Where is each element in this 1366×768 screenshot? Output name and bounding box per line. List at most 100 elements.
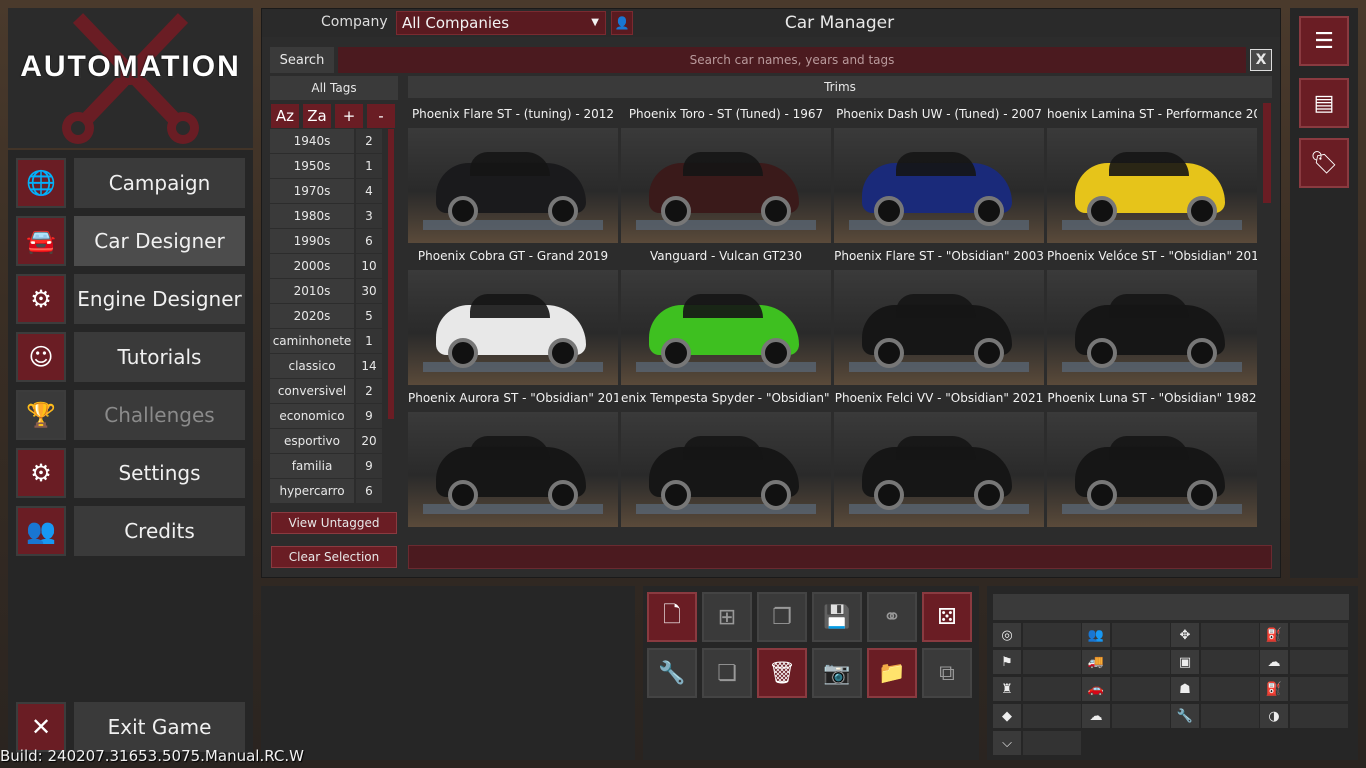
trim-card[interactable]: Vanguard - Vulcan GT230: [621, 243, 831, 385]
clear-search-button[interactable]: X: [1250, 49, 1272, 71]
expand-tags-button[interactable]: +: [335, 104, 363, 128]
tag-row[interactable]: 1940s 2: [270, 129, 386, 153]
wrench-gear-icon: 🔧: [658, 660, 686, 686]
tool-box-icon: ▣: [1171, 650, 1199, 674]
tag-row[interactable]: 2010s 30: [270, 279, 386, 303]
tag-row[interactable]: 1950s 1: [270, 154, 386, 178]
tag-row[interactable]: 2000s 10: [270, 254, 386, 278]
tag-button[interactable]: 🏷: [1299, 138, 1349, 188]
copy-book-icon: ❐: [772, 604, 792, 630]
tag-row[interactable]: classico 14: [270, 354, 386, 378]
new-file-button[interactable]: 🗋: [647, 592, 697, 642]
menu-item-engine-designer[interactable]: ⚙ Engine Designer: [16, 274, 245, 324]
search-input[interactable]: [338, 47, 1246, 73]
copy-book-button[interactable]: ❐: [757, 592, 807, 642]
car-stat-value: [1201, 650, 1259, 674]
menu-item-label: Tutorials: [74, 332, 245, 382]
clear-selection-button[interactable]: Clear Selection: [271, 546, 397, 568]
view-untagged-button[interactable]: View Untagged: [271, 512, 397, 534]
trim-title: Phoenix Cobra GT - Grand 2019: [408, 243, 618, 269]
people-icon: 👥: [16, 506, 66, 556]
trim-card[interactable]: enix Tempesta Spyder - "Obsidian" 20: [621, 385, 831, 527]
save-button[interactable]: 💾: [812, 592, 862, 642]
wheel: [761, 196, 791, 226]
trim-title: hoenix Lamina ST - Performance 2010: [1047, 101, 1257, 127]
trash-button[interactable]: 🗑: [757, 648, 807, 698]
share-button[interactable]: ⚭: [867, 592, 917, 642]
car-stat-value: [1201, 677, 1259, 701]
tag-row[interactable]: caminhonete 1: [270, 329, 386, 353]
car-window: [896, 152, 976, 176]
wheel: [1187, 338, 1217, 368]
wheel: [548, 196, 578, 226]
tag-row[interactable]: 1990s 6: [270, 229, 386, 253]
sort-za-button[interactable]: Za: [303, 104, 331, 128]
menu-item-label: Engine Designer: [74, 274, 245, 324]
menu-item-settings[interactable]: ⚙ Settings: [16, 448, 245, 498]
trim-card[interactable]: Phoenix Toro - ST (Tuned) - 1967: [621, 101, 831, 243]
trim-card[interactable]: Phoenix Flare ST - (tuning) - 2012: [408, 101, 618, 243]
camera-button[interactable]: 📷: [812, 648, 862, 698]
tag-row[interactable]: conversivel 2: [270, 379, 386, 403]
tag-row[interactable]: esportivo 20: [270, 429, 386, 453]
tag-row[interactable]: familia 9: [270, 454, 386, 478]
sort-az-button[interactable]: Az: [271, 104, 299, 128]
trim-thumbnail: [1047, 270, 1257, 385]
menu-item-credits[interactable]: 👥 Credits: [16, 506, 245, 556]
car-stat-value: [1112, 704, 1170, 728]
lift-stand: [1062, 362, 1242, 372]
person-icon: 👤: [614, 16, 630, 30]
trim-thumbnail: [621, 412, 831, 527]
company-select[interactable]: All Companies ▼: [396, 11, 606, 35]
trim-card[interactable]: Phoenix Aurora ST - "Obsidian" 2010: [408, 385, 618, 527]
car-stats-panel: ◎ 👥 ✥ ⛽ ⚑ 🚚 ▣ ☁ ♜ 🚗 ☗ ⛽ ◆ ☁ 🔧 ◑ ⌵: [987, 586, 1358, 760]
duplicate-add-icon: ⊞: [717, 604, 737, 630]
wheel: [974, 338, 1004, 368]
tag-name: hypercarro: [270, 479, 354, 503]
car-stat-value: [1023, 704, 1081, 728]
folder-button[interactable]: 📁: [867, 648, 917, 698]
menu-item-car-designer[interactable]: 🚘 Car Designer: [16, 216, 245, 266]
tag-name: caminhonete: [270, 329, 354, 353]
tag-row[interactable]: 1970s 4: [270, 179, 386, 203]
trim-card[interactable]: Phoenix Dash UW - (Tuned) - 2007: [834, 101, 1044, 243]
export-button[interactable]: ⧉: [922, 648, 972, 698]
car-stat-cell: ☁: [1260, 650, 1348, 674]
tag-row[interactable]: economico 9: [270, 404, 386, 428]
chevron-down-icon: ▼: [591, 17, 599, 28]
tag-count: 2: [356, 379, 382, 403]
trim-card[interactable]: Phoenix Cobra GT - Grand 2019: [408, 243, 618, 385]
tag-row[interactable]: hypercarro 6: [270, 479, 386, 503]
company-filter-button[interactable]: 👤: [611, 11, 633, 35]
menu-item-tutorials[interactable]: ☺ Tutorials: [16, 332, 245, 382]
race-flag-icon: ⚑: [993, 650, 1021, 674]
wheel: [1087, 480, 1117, 510]
trim-card[interactable]: Phoenix Felci VV - "Obsidian" 2021: [834, 385, 1044, 527]
wrench-gear-button[interactable]: 🔧: [647, 648, 697, 698]
tags-header[interactable]: All Tags: [270, 76, 398, 100]
trim-card[interactable]: Phoenix Flare ST - "Obsidian" 2003: [834, 243, 1044, 385]
trim-title: enix Tempesta Spyder - "Obsidian" 20: [621, 385, 831, 411]
trims-scrollbar[interactable]: [1263, 103, 1271, 203]
tag-row[interactable]: 1980s 3: [270, 204, 386, 228]
exit-game-button[interactable]: ✕ Exit Game: [16, 702, 245, 752]
dice-button[interactable]: ⚄: [922, 592, 972, 642]
tag-list-scrollbar[interactable]: [388, 129, 394, 419]
copy-car-button[interactable]: ❏: [702, 648, 752, 698]
car-stat-cell: 🔧: [1171, 704, 1259, 728]
trim-card[interactable]: hoenix Lamina ST - Performance 2010: [1047, 101, 1257, 243]
menu-item-campaign[interactable]: 🌐 Campaign: [16, 158, 245, 208]
search-button[interactable]: Search: [270, 47, 334, 73]
duplicate-add-button[interactable]: ⊞: [702, 592, 752, 642]
trim-card[interactable]: Phoenix Velóce ST - "Obsidian" 2015: [1047, 243, 1257, 385]
list-view-icon: ☰: [1314, 28, 1334, 54]
trim-card[interactable]: Phoenix Luna ST - "Obsidian" 1982: [1047, 385, 1257, 527]
tag-row[interactable]: 2020s 5: [270, 304, 386, 328]
collapse-tags-button[interactable]: -: [367, 104, 395, 128]
detail-view-button[interactable]: ▤: [1299, 78, 1349, 128]
car-stat-value: [1112, 677, 1170, 701]
list-view-button[interactable]: ☰: [1299, 16, 1349, 66]
car-stat-cell: ⌵: [993, 731, 1081, 755]
passengers-icon: 👥: [1082, 623, 1110, 647]
build-version: Build: 240207.31653.5075.Manual.RC.W: [0, 747, 304, 765]
